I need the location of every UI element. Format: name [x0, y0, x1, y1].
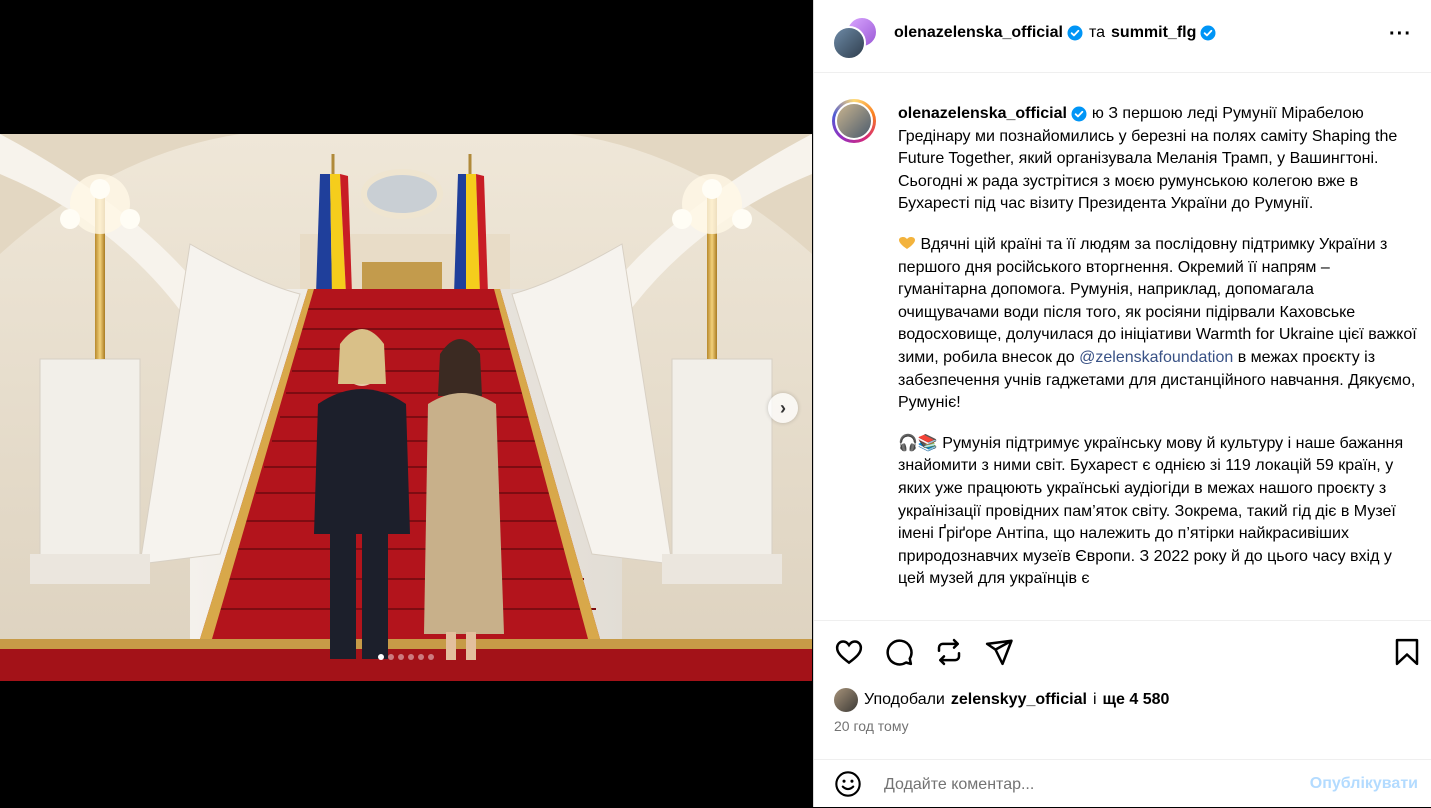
photo-illustration: [0, 134, 812, 681]
caption-text: 🎧📚 Румунія підтримує українську мову й к…: [898, 434, 1404, 588]
caption-text: Вдячні цій країні та її людям за послідо…: [898, 235, 1417, 366]
likes-summary: Уподобали zelenskyy_official і ще 4 580: [834, 688, 1169, 712]
carousel-dot: [388, 654, 394, 660]
avatar: [832, 26, 866, 60]
post-timestamp[interactable]: 20 год тому: [834, 718, 909, 734]
comment-composer: Опублікувати: [814, 759, 1431, 808]
post-sidebar: olenazelenska_official та summit_flg ···…: [813, 0, 1431, 807]
carousel-dot: [398, 654, 404, 660]
collab-separator: та: [1088, 24, 1106, 41]
chevron-right-icon: ›: [780, 397, 786, 418]
verified-badge-icon: [1067, 25, 1083, 41]
caption-paragraph: Вдячні цій країні та її людям за послідо…: [898, 234, 1418, 415]
repost-icon[interactable]: [934, 637, 964, 667]
verified-badge-icon: [1200, 25, 1216, 41]
share-icon[interactable]: [984, 637, 1014, 667]
carousel-dot: [418, 654, 424, 660]
caption-paragraph: olenazelenska_official ю З першою леді Р…: [898, 103, 1418, 216]
post-header: olenazelenska_official та summit_flg ···: [814, 0, 1431, 73]
emoji-icon[interactable]: [834, 770, 862, 798]
more-options-button[interactable]: ···: [1389, 24, 1412, 44]
verified-badge-icon: [1071, 106, 1087, 122]
avatar: [835, 102, 873, 140]
carousel-dot: [408, 654, 414, 660]
username-link[interactable]: summit_flg: [1111, 24, 1196, 42]
caption-username[interactable]: olenazelenska_official: [898, 105, 1067, 122]
caption-paragraph: 🎧📚 Румунія підтримує українську мову й к…: [898, 433, 1418, 591]
comment-icon[interactable]: [884, 637, 914, 667]
carousel-dot: [378, 654, 384, 660]
header-usernames: olenazelenska_official та summit_flg: [894, 24, 1216, 42]
avatar[interactable]: [834, 688, 858, 712]
likes-prefix: Уподобали: [864, 691, 945, 708]
more-horizontal-icon: ···: [1389, 23, 1412, 45]
bookmark-icon[interactable]: [1392, 637, 1422, 667]
carousel-next-button[interactable]: ›: [768, 393, 798, 423]
likes-count[interactable]: ще 4 580: [1103, 691, 1170, 709]
mention-link[interactable]: @zelenskafoundation: [1079, 349, 1233, 366]
caption-area: olenazelenska_official ю З першою леді Р…: [814, 73, 1431, 619]
comment-input[interactable]: [882, 772, 1286, 798]
action-bar: [814, 620, 1431, 685]
carousel-dot: [428, 654, 434, 660]
handshake-heart-icon: [899, 236, 915, 249]
post-media: ›: [0, 0, 812, 807]
carousel-indicator: [0, 654, 812, 660]
post-caption: olenazelenska_official ю З першою леді Р…: [898, 103, 1418, 609]
heart-icon[interactable]: [834, 637, 864, 667]
post-photo[interactable]: [0, 134, 812, 681]
caption-avatar[interactable]: [832, 99, 876, 143]
publish-button[interactable]: Опублікувати: [1310, 775, 1418, 793]
username-link[interactable]: zelenskyy_official: [951, 691, 1087, 709]
username-link[interactable]: olenazelenska_official: [894, 24, 1063, 42]
collab-avatars[interactable]: [832, 16, 878, 60]
likes-connector: і: [1092, 691, 1097, 708]
